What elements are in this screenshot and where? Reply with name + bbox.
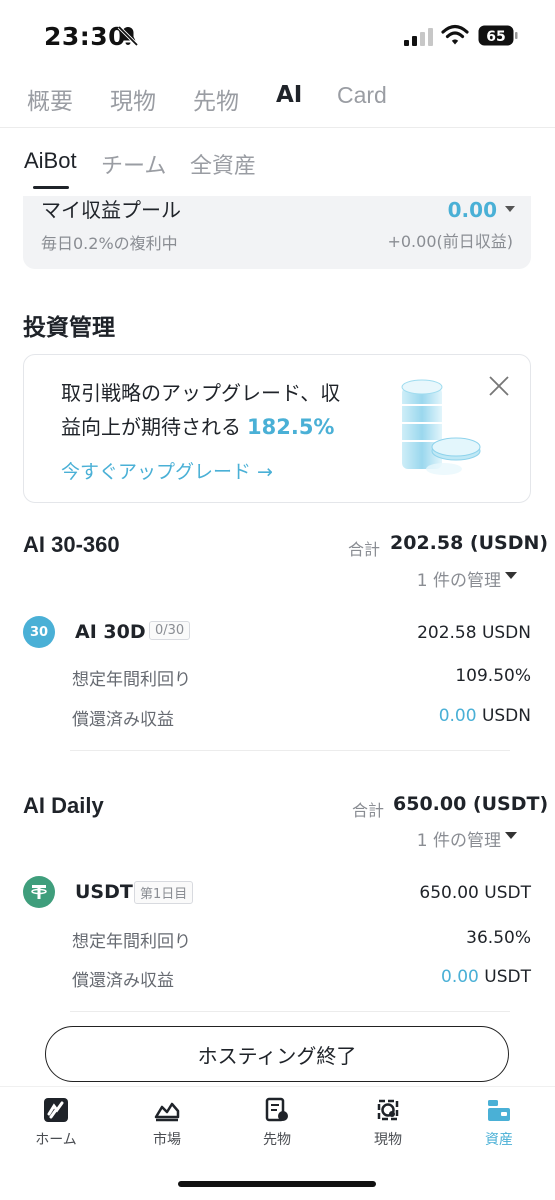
manage-link[interactable]: 1 件の管理 bbox=[417, 826, 501, 851]
group-title: AI Daily bbox=[23, 793, 104, 818]
divider bbox=[70, 750, 510, 751]
row-label-apy: 想定年間利回り bbox=[72, 670, 191, 690]
group-total-label: 合計 bbox=[352, 801, 385, 820]
row-value-apy: 109.50% bbox=[455, 666, 531, 686]
nav-label: 現物 bbox=[374, 1132, 402, 1148]
market-icon bbox=[154, 1102, 180, 1122]
tab-ai[interactable]: AI bbox=[276, 82, 302, 108]
end-hosting-button[interactable]: ホスティング終了 bbox=[45, 1026, 509, 1082]
nav-label: ホーム bbox=[35, 1132, 77, 1148]
section-title: 投資管理 bbox=[23, 315, 115, 341]
futures-icon bbox=[265, 1097, 288, 1122]
row-label-apy: 想定年間利回り bbox=[72, 932, 191, 952]
product-amount: 650.00 USDT bbox=[419, 883, 531, 903]
caret-down-icon[interactable] bbox=[505, 572, 517, 579]
caret-down-icon[interactable] bbox=[505, 206, 515, 212]
redeemed-unit: USDN bbox=[481, 706, 531, 726]
pool-value: 0.00 bbox=[447, 198, 497, 222]
subtab-indicator bbox=[33, 186, 69, 189]
status-time: 23:30 bbox=[44, 22, 127, 51]
upgrade-link[interactable]: 今すぐアップグレード → bbox=[61, 457, 273, 484]
home-logo-icon bbox=[44, 1098, 68, 1122]
spot-icon bbox=[377, 1099, 399, 1121]
subtab-all-assets[interactable]: 全資産 bbox=[190, 148, 256, 180]
ai30-icon: 30 bbox=[23, 616, 55, 648]
pool-subtitle: 毎日0.2%の複利中 bbox=[41, 234, 178, 253]
nav-spot[interactable]: 現物 bbox=[343, 1097, 433, 1149]
home-indicator bbox=[178, 1181, 376, 1187]
row-value-redeemed: 0.00 USDN bbox=[439, 706, 531, 726]
product-name: USDT bbox=[75, 881, 133, 903]
earnings-pool-card[interactable]: マイ収益プール 毎日0.2%の複利中 0.00 +0.00(前日収益) bbox=[23, 196, 531, 269]
pool-prev-day: +0.00(前日収益) bbox=[387, 232, 513, 251]
group-total-label: 合計 bbox=[348, 540, 381, 559]
bell-muted-icon bbox=[117, 25, 139, 47]
assets-icon bbox=[488, 1100, 510, 1121]
promo-percent: 182.5% bbox=[247, 415, 335, 439]
divider bbox=[70, 1011, 510, 1012]
group-total-value: 650.00 (USDT) bbox=[393, 793, 549, 815]
coin-stack-illustration bbox=[401, 379, 481, 475]
product-tag: 0/30 bbox=[149, 621, 191, 640]
pool-title: マイ収益プール bbox=[41, 198, 181, 222]
usdt-icon bbox=[23, 876, 55, 908]
nav-futures[interactable]: 先物 bbox=[232, 1097, 322, 1149]
row-label-redeemed: 償還済み収益 bbox=[72, 971, 174, 991]
row-value-apy: 36.50% bbox=[466, 928, 531, 948]
nav-label: 市場 bbox=[153, 1132, 181, 1148]
caret-down-icon[interactable] bbox=[505, 832, 517, 839]
subtab-aibot[interactable]: AiBot bbox=[24, 148, 77, 174]
group-title: AI 30-360 bbox=[23, 532, 120, 557]
manage-link[interactable]: 1 件の管理 bbox=[417, 566, 501, 591]
redeemed-amount: 0.00 bbox=[441, 967, 479, 987]
close-icon[interactable] bbox=[488, 375, 510, 397]
tether-symbol-icon bbox=[31, 885, 47, 899]
tab-futures[interactable]: 先物 bbox=[193, 82, 239, 116]
battery-icon: 65 bbox=[478, 25, 518, 46]
subtab-team[interactable]: チーム bbox=[101, 148, 166, 180]
row-value-redeemed: 0.00 USDT bbox=[441, 967, 531, 987]
product-amount: 202.58 USDN bbox=[417, 623, 531, 643]
product-name: AI 30D bbox=[75, 621, 146, 643]
group-total-value: 202.58 (USDN) bbox=[390, 532, 549, 554]
signal-icon bbox=[404, 28, 433, 46]
promo-text-line1: 取引戦略のアップグレード、収 bbox=[61, 381, 341, 405]
wifi-icon bbox=[441, 24, 469, 45]
nav-label: 先物 bbox=[263, 1132, 291, 1148]
top-tabs: 概要 現物 先物 AI Card bbox=[0, 72, 555, 128]
promo-text: 益向上が期待される bbox=[61, 415, 241, 439]
tab-spot[interactable]: 現物 bbox=[110, 82, 156, 116]
row-label-redeemed: 償還済み収益 bbox=[72, 710, 174, 730]
upgrade-promo-card[interactable]: 取引戦略のアップグレード、収 益向上が期待される 182.5% 今すぐアップグレー… bbox=[23, 354, 531, 503]
nav-label: 資産 bbox=[485, 1132, 513, 1148]
nav-market[interactable]: 市場 bbox=[122, 1097, 212, 1149]
nav-assets[interactable]: 資産 bbox=[454, 1097, 544, 1149]
promo-text-line2: 益向上が期待される 182.5% bbox=[61, 411, 334, 440]
redeemed-amount: 0.00 bbox=[438, 706, 477, 726]
redeemed-unit: USDT bbox=[484, 967, 531, 987]
battery-level: 65 bbox=[486, 29, 505, 45]
tab-card[interactable]: Card bbox=[337, 82, 387, 109]
status-bar: 23:30 65 bbox=[0, 0, 555, 72]
nav-home[interactable]: ホーム bbox=[11, 1097, 101, 1149]
tab-overview[interactable]: 概要 bbox=[27, 82, 73, 116]
product-tag: 第1日目 bbox=[134, 881, 194, 904]
sub-tabs: AiBot チーム 全資産 bbox=[0, 128, 555, 192]
